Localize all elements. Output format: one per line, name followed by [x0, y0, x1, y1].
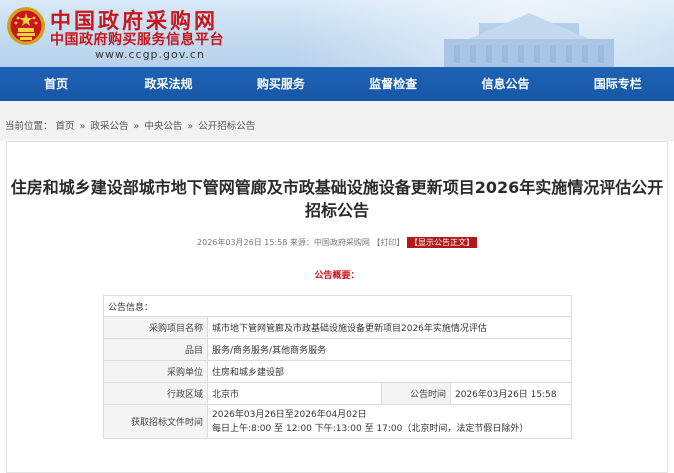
- main-nav: 首页 政采法规 购买服务 监督检查 信息公告 国际专栏: [0, 67, 674, 101]
- breadcrumb-open-tender[interactable]: 公开招标公告: [198, 121, 255, 132]
- breadcrumb-separator: »: [133, 121, 140, 132]
- nav-international[interactable]: 国际专栏: [562, 67, 674, 101]
- breadcrumb-prefix: 当前位置：: [5, 121, 53, 132]
- row-label: 采购项目名称: [103, 316, 208, 339]
- row-value-line: 2026年03月26日至2026年04月02日: [212, 409, 367, 420]
- row-value: 北京市: [207, 382, 382, 405]
- row-label: 品目: [103, 338, 208, 361]
- article-meta: 2026年03月26日 15:58 来源：中国政府采购网 【打印】 【显示公告正…: [0, 237, 674, 248]
- site-header: 中国政府采购网 中国政府购买服务信息平台 www.ccgp.gov.cn: [0, 0, 674, 67]
- national-emblem-icon: [7, 7, 45, 45]
- publish-info: 2026年03月26日 15:58 来源：中国政府采购网: [197, 238, 370, 247]
- nav-home[interactable]: 首页: [0, 67, 112, 101]
- nav-purchase-services[interactable]: 购买服务: [225, 67, 337, 101]
- table-row: 采购单位 住房和城乡建设部: [103, 360, 572, 383]
- table-row: 获取招标文件时间 2026年03月26日至2026年04月02日 每日上午:8:…: [103, 404, 572, 439]
- nav-regulations[interactable]: 政采法规: [112, 67, 224, 101]
- table-row: 行政区域 北京市 公告时间 2026年03月26日 15:58: [103, 382, 572, 405]
- table-header: 公告信息：: [103, 295, 572, 317]
- breadcrumb-procurement[interactable]: 政采公告: [90, 121, 128, 132]
- row-value: 2026年03月26日至2026年04月02日 每日上午:8:00 至 12:0…: [207, 404, 572, 439]
- row-value: 城市地下管网管廊及市政基础设施设备更新项目2026年实施情况评估: [207, 316, 572, 339]
- show-body-button[interactable]: 【显示公告正文】: [406, 237, 477, 248]
- row-label: 获取招标文件时间: [103, 404, 208, 439]
- row-label: 行政区域: [103, 382, 208, 405]
- site-url: www.ccgp.gov.cn: [95, 48, 205, 61]
- announcement-info-table: 公告信息： 采购项目名称 城市地下管网管廊及市政基础设施设备更新项目2026年实…: [103, 295, 572, 439]
- nav-supervision[interactable]: 监督检查: [337, 67, 449, 101]
- table-row: 采购项目名称 城市地下管网管廊及市政基础设施设备更新项目2026年实施情况评估: [103, 316, 572, 339]
- breadcrumb-separator: »: [79, 121, 86, 132]
- summary-heading: 公告概要：: [314, 271, 360, 281]
- table-row: 品目 服务/商务服务/其他商务服务: [103, 338, 572, 361]
- site-subtitle: 中国政府购买服务信息平台: [50, 32, 224, 48]
- article-title: 住房和城乡建设部城市地下管网管廊及市政基础设施设备更新项目2026年实施情况评估…: [10, 178, 664, 220]
- breadcrumb-separator: »: [187, 121, 194, 132]
- row-label: 采购单位: [103, 360, 208, 383]
- print-link[interactable]: 【打印】: [372, 238, 404, 247]
- row-value: 住房和城乡建设部: [207, 360, 572, 383]
- breadcrumb: 当前位置： 首页 » 政采公告 » 中央公告 » 公开招标公告: [5, 118, 255, 132]
- breadcrumb-central[interactable]: 中央公告: [144, 121, 182, 132]
- row-value: 服务/商务服务/其他商务服务: [207, 338, 572, 361]
- nav-announcements[interactable]: 信息公告: [449, 67, 561, 101]
- building-illustration: [444, 13, 614, 67]
- row-value: 2026年03月26日 15:58: [450, 382, 572, 405]
- row-label: 公告时间: [381, 382, 451, 405]
- breadcrumb-home[interactable]: 首页: [56, 121, 75, 132]
- row-value-line: 每日上午:8:00 至 12:00 下午:13:00 至 17:00（北京时间，…: [212, 423, 529, 434]
